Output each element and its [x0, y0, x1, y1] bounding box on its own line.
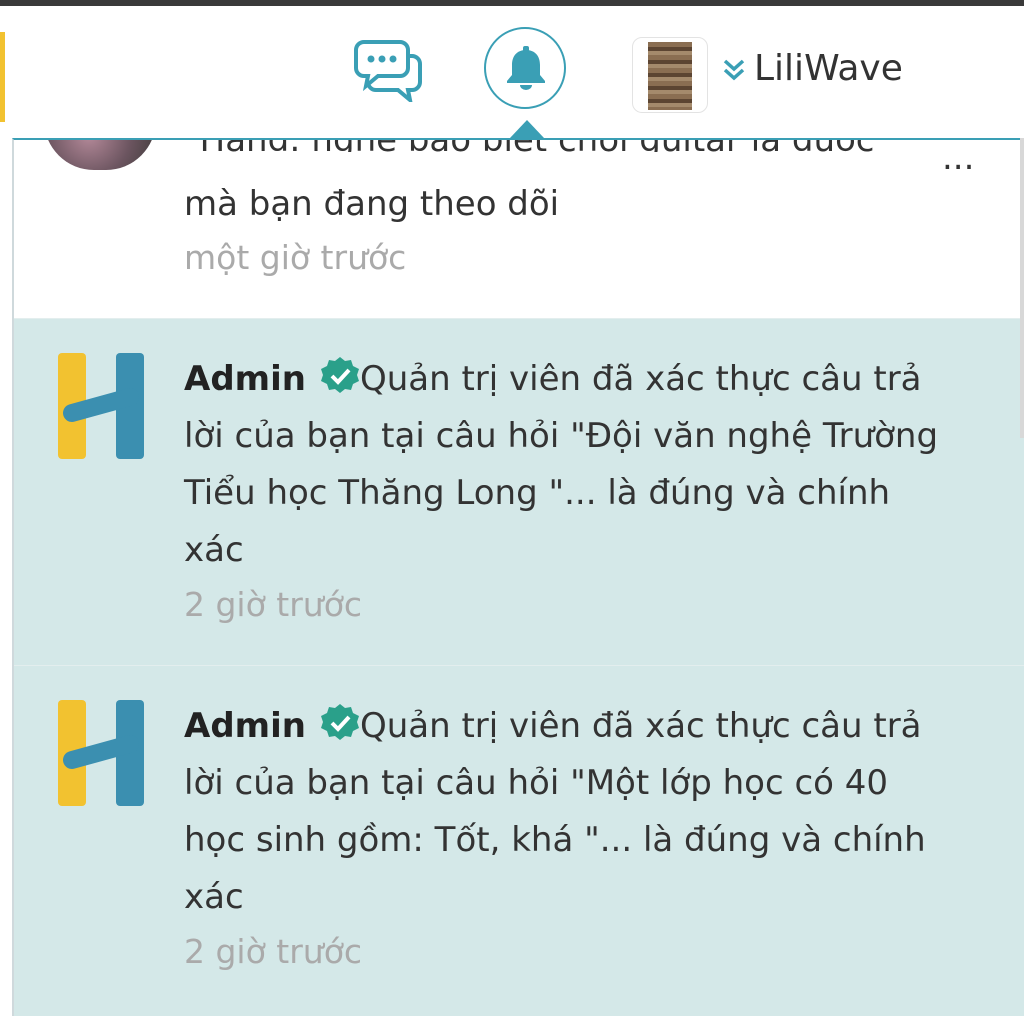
scrollbar[interactable] — [1020, 138, 1024, 438]
notification-item[interactable]: "Hand: nghe bảo biết chơi guitar là được… — [14, 140, 1024, 318]
verified-badge-icon — [320, 357, 359, 393]
notification-time: 2 giờ trước — [184, 932, 363, 971]
bell-icon — [507, 46, 545, 90]
username[interactable]: LiliWave — [754, 44, 903, 94]
notifications-panel: "Hand: nghe bảo biết chơi guitar là được… — [12, 138, 1024, 1018]
sender-name[interactable]: Admin — [184, 706, 306, 746]
notification-text: Admin Quản trị viên đã xác thực câu trả l… — [184, 351, 984, 579]
avatar-image — [648, 42, 692, 110]
notification-text: mà bạn đang theo dõi — [184, 184, 560, 224]
dropdown-pointer — [510, 120, 544, 138]
notification-time: 2 giờ trước — [184, 585, 363, 624]
notification-line: Quản trị viên đã xác thực câu trả — [359, 359, 922, 399]
panel-footer — [0, 1016, 1024, 1028]
sender-name[interactable]: Admin — [184, 359, 306, 399]
notification-line: xác — [184, 877, 244, 917]
double-chevron-down-icon — [723, 59, 745, 81]
account-dropdown[interactable] — [722, 56, 746, 86]
h-logo-icon — [58, 353, 144, 459]
notification-line: Tiểu học Thăng Long "... là đúng và chín… — [184, 473, 891, 513]
ellipsis: ... — [942, 138, 975, 178]
h-logo-icon — [58, 700, 144, 806]
notification-item[interactable]: Admin Quản trị viên đã xác thực câu trả l… — [14, 665, 1024, 1018]
notification-text: Admin Quản trị viên đã xác thực câu trả l… — [184, 698, 984, 926]
notification-time: một giờ trước — [184, 238, 407, 277]
chat-bubbles-icon — [354, 40, 422, 106]
notification-item[interactable]: Admin Quản trị viên đã xác thực câu trả l… — [14, 318, 1024, 665]
notification-line: lời của bạn tại câu hỏi "Một lớp học có … — [184, 763, 889, 803]
notification-line: lời của bạn tại câu hỏi "Đội văn nghệ Tr… — [184, 416, 939, 456]
notification-line: học sinh gồm: Tốt, khá "... là đúng và c… — [184, 820, 926, 860]
user-avatar[interactable] — [632, 37, 708, 113]
notifications-button[interactable] — [484, 27, 566, 109]
user-avatar — [44, 140, 156, 170]
logo-edge — [0, 32, 5, 122]
notification-line: Quản trị viên đã xác thực câu trả — [359, 706, 922, 746]
notification-line: xác — [184, 530, 244, 570]
verified-badge-icon — [320, 704, 359, 740]
notification-text-partial: "Hand: nghe bảo biết chơi guitar là được… — [184, 140, 924, 152]
messages-button[interactable] — [352, 38, 424, 106]
